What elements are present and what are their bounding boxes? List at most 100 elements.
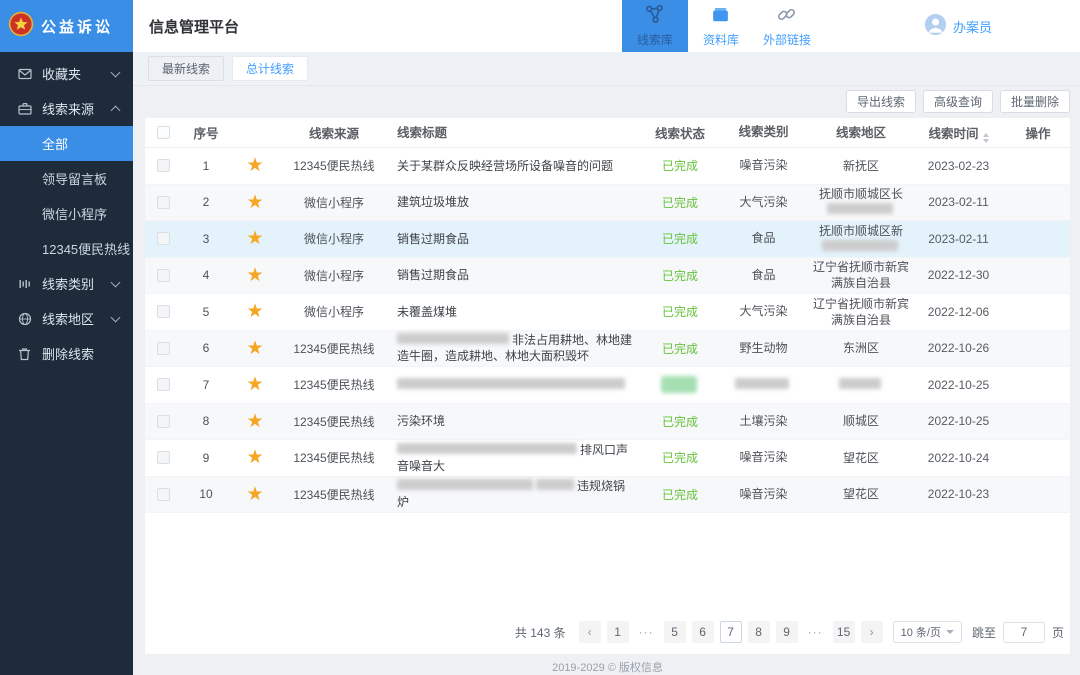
clue-region: 抚顺市顺城区长 xyxy=(811,186,911,218)
cell-text: 大气污染 xyxy=(739,304,787,318)
row-num: 2 xyxy=(181,195,231,209)
pagination-page-1[interactable]: 1 xyxy=(607,621,629,643)
star-icon[interactable]: ★ xyxy=(246,301,263,322)
cell-text: 噪音污染 xyxy=(739,158,787,172)
row-checkbox-cell xyxy=(145,451,181,464)
star-icon[interactable]: ★ xyxy=(246,447,263,468)
row-checkbox[interactable] xyxy=(157,305,170,318)
time-sort-control[interactable] xyxy=(983,133,989,143)
sidebar-subitem-全部[interactable]: 全部 xyxy=(0,126,133,161)
page-size-select[interactable]: 10 条/页 xyxy=(893,621,962,643)
pagination-page-5[interactable]: 5 xyxy=(664,621,686,643)
clue-source: 12345便民热线 xyxy=(279,157,389,174)
star-icon[interactable]: ★ xyxy=(246,265,263,286)
star-icon[interactable]: ★ xyxy=(246,192,263,213)
clue-source: 微信小程序 xyxy=(279,230,389,247)
clue-source: 12345便民热线 xyxy=(279,449,389,466)
tab-latest-clues[interactable]: 最新线索 xyxy=(148,56,224,81)
nav-item-data-library[interactable]: 资料库 xyxy=(688,0,754,52)
pagination-page-15[interactable]: 15 xyxy=(833,621,855,643)
pagination-next-button[interactable]: › xyxy=(861,621,883,643)
envelope-icon xyxy=(18,67,34,81)
star-icon[interactable]: ★ xyxy=(246,228,263,249)
pagination-page-7[interactable]: 7 xyxy=(720,621,742,643)
row-num: 6 xyxy=(181,341,231,355)
clue-time: 2022-10-25 xyxy=(911,414,1006,428)
nav-item-label: 线索库 xyxy=(637,31,673,48)
sidebar-subitem-微信小程序[interactable]: 微信小程序 xyxy=(0,196,133,231)
cell-text: 销售过期食品 xyxy=(397,232,469,246)
nav-item-external-links[interactable]: 外部链接 xyxy=(754,0,820,52)
pagination-ellipsis[interactable]: ··· xyxy=(635,621,658,643)
star-icon[interactable]: ★ xyxy=(246,411,263,432)
cell-text: 噪音污染 xyxy=(739,450,787,464)
sidebar-item-clue-category[interactable]: 线索类别 xyxy=(0,266,133,301)
jump-label: 跳至 xyxy=(972,624,996,641)
table-row: 8★12345便民热线污染环境已完成土壤污染顺城区2022-10-25 xyxy=(145,404,1070,441)
pagination-ellipsis[interactable]: ··· xyxy=(804,621,827,643)
row-checkbox[interactable] xyxy=(157,378,170,391)
clue-category: 食品 xyxy=(716,231,811,246)
nav-item-clue-library[interactable]: 线索库 xyxy=(622,0,688,52)
batch-delete-button[interactable]: 批量删除 xyxy=(1000,90,1070,113)
clue-source: 12345便民热线 xyxy=(279,486,389,503)
row-checkbox[interactable] xyxy=(157,342,170,355)
star-icon[interactable]: ★ xyxy=(246,155,263,176)
tab-strip: 最新线索 总计线索 xyxy=(133,52,1080,86)
pagination-page-8[interactable]: 8 xyxy=(748,621,770,643)
star-cell: ★ xyxy=(231,485,279,504)
export-clues-button[interactable]: 导出线索 xyxy=(846,90,916,113)
pagination-total: 共 143 条 xyxy=(515,624,566,641)
row-checkbox[interactable] xyxy=(157,269,170,282)
redacted-blur xyxy=(397,443,577,454)
star-icon[interactable]: ★ xyxy=(246,484,263,505)
row-checkbox[interactable] xyxy=(157,196,170,209)
star-icon[interactable]: ★ xyxy=(246,374,263,395)
clue-source: 微信小程序 xyxy=(279,194,389,211)
row-checkbox[interactable] xyxy=(157,232,170,245)
jump-page-input[interactable] xyxy=(1003,622,1045,643)
user-menu[interactable]: 办案员 xyxy=(924,13,992,39)
star-icon[interactable]: ★ xyxy=(246,338,263,359)
clue-title xyxy=(389,377,644,393)
clue-time: 2022-10-26 xyxy=(911,341,1006,355)
sidebar-subitem-12345便民热线[interactable]: 12345便民热线 xyxy=(0,231,133,266)
clue-time: 2022-12-06 xyxy=(911,305,1006,319)
select-all-checkbox[interactable] xyxy=(157,126,170,139)
redacted-blur xyxy=(536,479,574,490)
col-header-category: 线索类别 xyxy=(716,125,811,140)
row-checkbox[interactable] xyxy=(157,488,170,501)
sidebar-subitem-领导留言板[interactable]: 领导留言板 xyxy=(0,161,133,196)
main-area: 信息管理平台 线索库资料库外部链接 办案员 最新线索 总计线索 导出 xyxy=(133,0,1080,675)
row-checkbox[interactable] xyxy=(157,159,170,172)
clue-title: 排风口声音噪音大 xyxy=(389,442,644,474)
row-checkbox[interactable] xyxy=(157,415,170,428)
clue-region: 东洲区 xyxy=(811,340,911,356)
clue-title: 未覆盖煤堆 xyxy=(389,304,644,320)
clue-status: 已完成 xyxy=(644,449,716,466)
sidebar-item-clue-source[interactable]: 线索来源 xyxy=(0,91,133,126)
advanced-query-button[interactable]: 高级查询 xyxy=(923,90,993,113)
redacted-blur xyxy=(735,378,789,389)
sidebar-item-favorites[interactable]: 收藏夹 xyxy=(0,56,133,91)
col-header-region: 线索地区 xyxy=(811,125,911,141)
content: 导出线索 高级查询 批量删除 序号 线索来源 线索标题 线索状态 线索类别 线索… xyxy=(133,86,1080,675)
table-row: 2★微信小程序建筑垃圾堆放已完成大气污染抚顺市顺城区长2023-02-11 xyxy=(145,185,1070,222)
sidebar-item-clue-region[interactable]: 线索地区 xyxy=(0,301,133,336)
sidebar: 公益诉讼 收藏夹线索来源全部领导留言板微信小程序12345便民热线线索类别线索地… xyxy=(0,0,133,675)
pagination-prev-button[interactable]: ‹ xyxy=(579,621,601,643)
table-header: 序号 线索来源 线索标题 线索状态 线索类别 线索地区 线索时间 操作 xyxy=(145,118,1070,148)
table-row: 5★微信小程序未覆盖煤堆已完成大气污染辽宁省抚顺市新宾满族自治县2022-12-… xyxy=(145,294,1070,331)
clue-category: 野生动物 xyxy=(716,341,811,356)
col-header-num: 序号 xyxy=(181,123,231,142)
pagination-page-6[interactable]: 6 xyxy=(692,621,714,643)
page-title: 信息管理平台 xyxy=(149,16,239,37)
sidebar-item-delete-clues[interactable]: 删除线索 xyxy=(0,336,133,371)
clue-region: 顺城区 xyxy=(811,413,911,429)
clue-source: 微信小程序 xyxy=(279,303,389,320)
clue-region: 新抚区 xyxy=(811,158,911,174)
pagination-page-9[interactable]: 9 xyxy=(776,621,798,643)
row-checkbox[interactable] xyxy=(157,451,170,464)
cell-text: 食品 xyxy=(751,231,775,245)
tab-total-clues[interactable]: 总计线索 xyxy=(232,56,308,81)
